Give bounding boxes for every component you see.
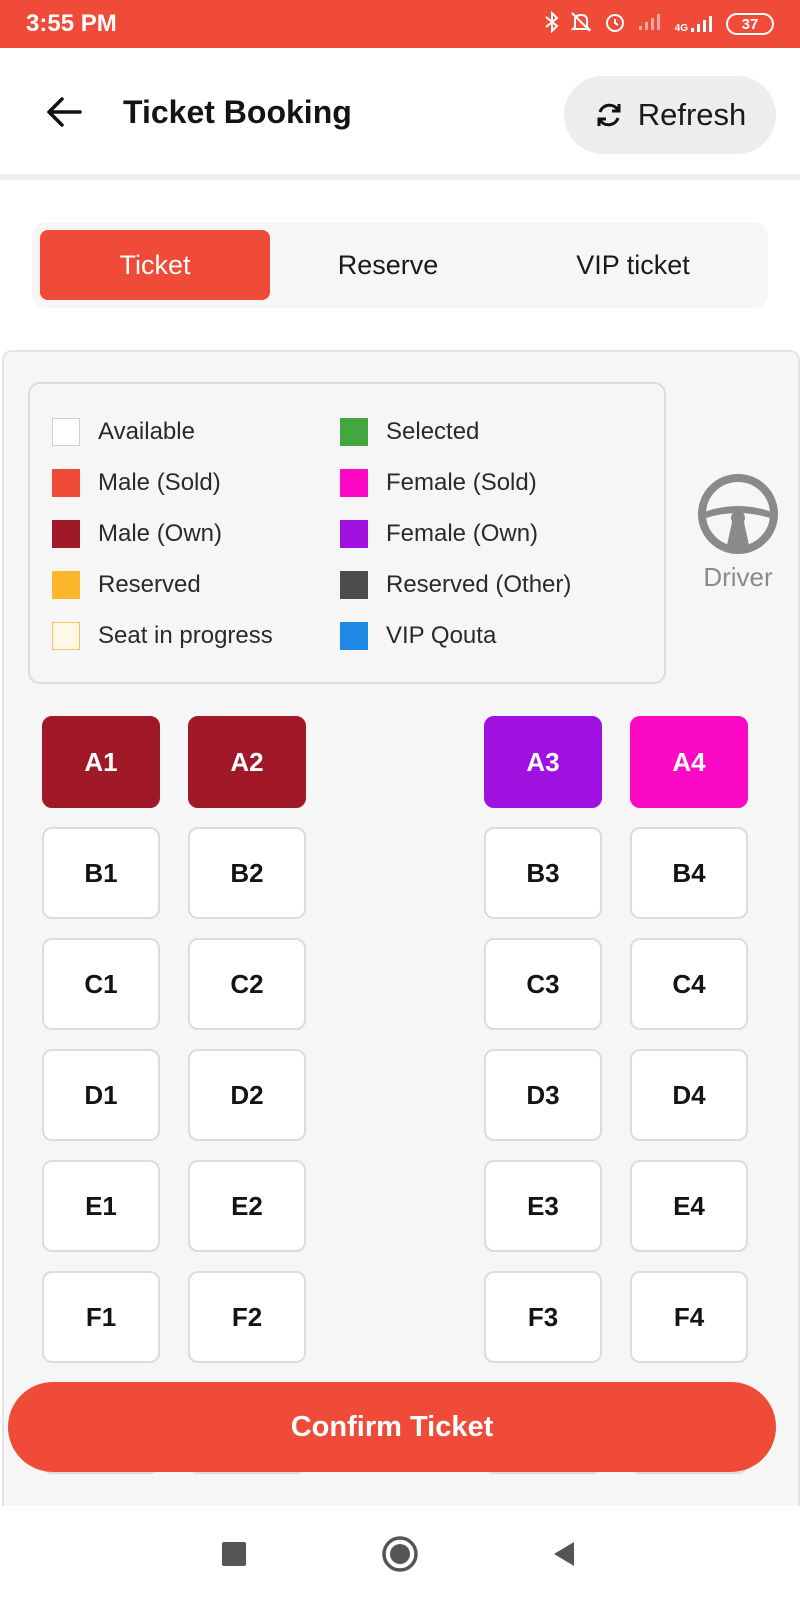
home-icon — [382, 1536, 418, 1572]
steering-wheel-icon — [698, 474, 778, 554]
legend-label: Male (Own) — [98, 520, 223, 547]
seat[interactable]: D4 — [630, 1049, 748, 1141]
seat[interactable]: F1 — [42, 1271, 160, 1363]
seat[interactable]: C3 — [484, 938, 602, 1030]
legend-swatch — [340, 571, 368, 599]
seat[interactable]: F3 — [484, 1271, 602, 1363]
recent-apps-button[interactable] — [214, 1534, 254, 1574]
seat[interactable]: F2 — [188, 1271, 306, 1363]
refresh-button[interactable]: Refresh — [564, 76, 776, 154]
tab-ticket[interactable]: Ticket — [40, 230, 270, 300]
legend-label: Selected — [386, 418, 480, 445]
status-bar: 3:55 PM 4G 37 — [0, 0, 800, 48]
seat[interactable]: C1 — [42, 938, 160, 1030]
legend-swatch — [340, 520, 368, 548]
back-nav-icon — [554, 1542, 574, 1566]
seat[interactable]: D3 — [484, 1049, 602, 1141]
legend-swatch — [52, 520, 80, 548]
legend-label: Reserved — [98, 571, 201, 598]
seat[interactable]: E1 — [42, 1160, 160, 1252]
bluetooth-icon — [545, 10, 559, 37]
signal-icon — [637, 12, 665, 36]
refresh-icon — [597, 103, 621, 127]
legend-item: Reserved — [52, 571, 201, 599]
seat[interactable]: D1 — [42, 1049, 160, 1141]
legend-swatch — [340, 622, 368, 650]
confirm-ticket-button[interactable]: Confirm Ticket — [8, 1382, 776, 1472]
back-nav-button[interactable] — [544, 1534, 584, 1574]
legend-label: Available — [98, 418, 195, 445]
refresh-label: Refresh — [637, 97, 747, 132]
seat[interactable]: B3 — [484, 827, 602, 919]
legend-label: Male (Sold) — [98, 469, 221, 496]
tab-vip-ticket[interactable]: VIP ticket — [506, 230, 760, 300]
legend-item: Reserved (Other) — [340, 571, 571, 599]
legend-label: Female (Own) — [386, 520, 539, 547]
legend-item: Seat in progress — [52, 622, 273, 650]
seat[interactable]: B4 — [630, 827, 748, 919]
signal-4g-icon: 4G — [675, 14, 716, 34]
legend-item: Male (Sold) — [52, 469, 221, 497]
battery-icon: 37 — [726, 13, 774, 35]
driver-label: Driver — [703, 562, 773, 592]
legend-item: Female (Own) — [340, 520, 538, 548]
legend-label: Reserved (Other) — [386, 571, 572, 598]
arrow-left-icon — [47, 97, 82, 127]
legend-label: Seat in progress — [98, 622, 273, 649]
network-type: 4G — [674, 23, 688, 34]
page-title: Ticket Booking — [123, 94, 352, 130]
seat[interactable]: E4 — [630, 1160, 748, 1252]
mute-icon — [569, 11, 593, 37]
seat[interactable]: A1 — [42, 716, 160, 808]
status-icons: 4G 37 — [545, 10, 774, 38]
seat[interactable]: A3 — [484, 716, 602, 808]
seat[interactable]: D2 — [188, 1049, 306, 1141]
legend-item: Male (Own) — [52, 520, 222, 548]
tab-reserve[interactable]: Reserve — [270, 230, 506, 300]
seat[interactable]: E3 — [484, 1160, 602, 1252]
seat[interactable]: F4 — [630, 1271, 748, 1363]
system-nav-bar — [0, 1506, 800, 1600]
recent-apps-icon — [222, 1542, 246, 1566]
seat[interactable]: E2 — [188, 1160, 306, 1252]
seat-legend: Available Selected Male (Sold) Female (S… — [28, 382, 666, 684]
legend-item: Selected — [340, 418, 479, 446]
legend-item: Female (Sold) — [340, 469, 537, 497]
legend-label: VIP Qouta — [386, 622, 497, 649]
legend-swatch — [52, 622, 80, 650]
legend-swatch — [52, 469, 80, 497]
legend-item: Available — [52, 418, 195, 446]
app-bar: Ticket Booking Refresh — [0, 48, 800, 174]
legend-swatch — [340, 469, 368, 497]
driver-seat: Driver — [688, 472, 788, 602]
alarm-icon — [603, 10, 627, 38]
legend-swatch — [52, 571, 80, 599]
status-time: 3:55 PM — [26, 10, 117, 37]
seat[interactable]: B1 — [42, 827, 160, 919]
legend-item: VIP Qouta — [340, 622, 496, 650]
legend-swatch — [340, 418, 368, 446]
seat[interactable]: A4 — [630, 716, 748, 808]
legend-swatch — [52, 418, 80, 446]
seat[interactable]: C2 — [188, 938, 306, 1030]
legend-label: Female (Sold) — [386, 469, 537, 496]
home-button[interactable] — [380, 1534, 420, 1574]
booking-tabs: Ticket Reserve VIP ticket — [32, 222, 768, 308]
header-divider — [0, 174, 800, 180]
seat[interactable]: B2 — [188, 827, 306, 919]
seat-panel: Available Selected Male (Sold) Female (S… — [2, 350, 800, 1510]
seat[interactable]: A2 — [188, 716, 306, 808]
seat[interactable]: C4 — [630, 938, 748, 1030]
back-button[interactable] — [40, 88, 88, 136]
